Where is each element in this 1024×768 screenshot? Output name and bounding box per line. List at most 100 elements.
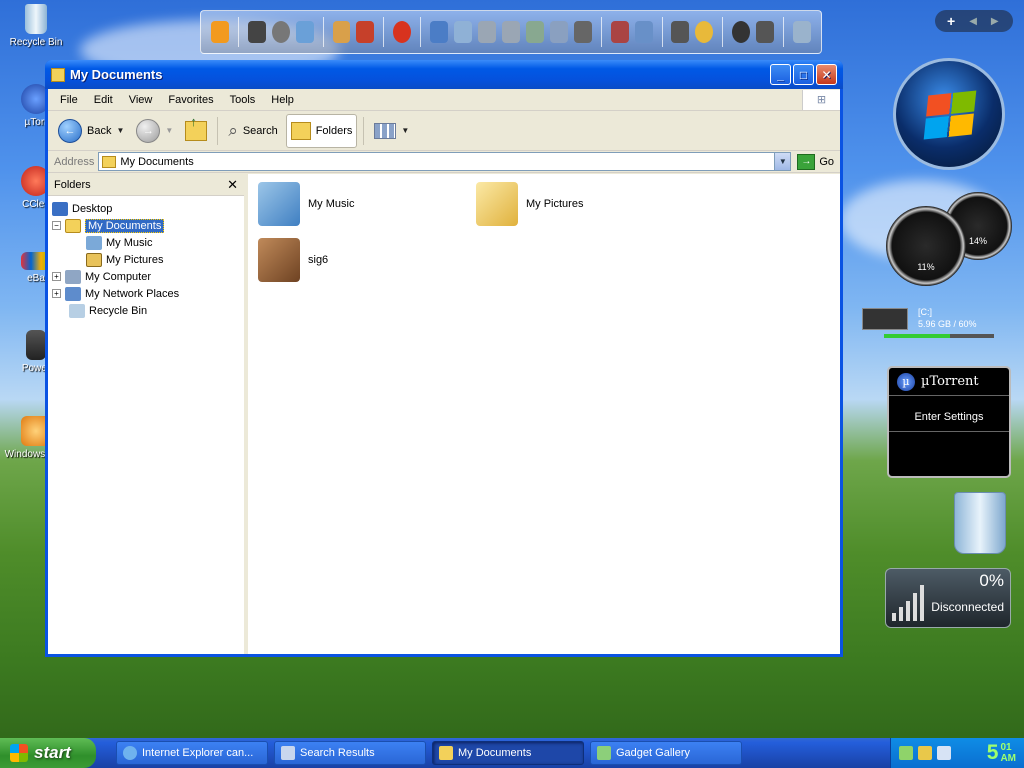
menu-view[interactable]: View xyxy=(121,94,161,106)
tree-item-my-network-places[interactable]: + My Network Places xyxy=(52,285,244,302)
music-folder-icon xyxy=(86,235,102,250)
cpu-gauge: 11% xyxy=(886,206,966,286)
document-icon[interactable] xyxy=(430,21,448,43)
explorer-window: My Documents _ □ ✕ File Edit View Favori… xyxy=(45,60,843,657)
desktop-icon-recycle-bin[interactable]: Recycle Bin xyxy=(4,4,68,48)
address-dropdown-icon[interactable]: ▼ xyxy=(774,153,791,170)
dock-separator xyxy=(661,17,663,47)
tool-tray-icon[interactable] xyxy=(918,746,932,760)
power-icon xyxy=(26,330,46,360)
cpu-gauge-value: 11% xyxy=(917,262,935,272)
back-dropdown-icon[interactable]: ▼ xyxy=(116,126,124,135)
monitor-icon[interactable] xyxy=(634,21,653,43)
file-icon[interactable] xyxy=(454,21,472,43)
utorrent-logo-icon: µ xyxy=(897,372,915,391)
tool-icon[interactable] xyxy=(501,21,520,43)
menu-favorites[interactable]: Favorites xyxy=(160,94,221,106)
forward-dropdown-icon[interactable]: ▼ xyxy=(165,126,173,135)
clock-hour: 5 xyxy=(986,741,999,764)
brush-icon[interactable] xyxy=(610,21,629,43)
taskbar-item-label: Internet Explorer can... xyxy=(142,747,254,759)
clock-ampm: AM xyxy=(1000,753,1016,764)
expand-icon[interactable]: + xyxy=(52,272,61,281)
folder-icon xyxy=(439,746,453,760)
ccleaner-icon[interactable] xyxy=(393,21,412,43)
close-button[interactable]: ✕ xyxy=(816,64,837,85)
network-icon[interactable] xyxy=(295,21,314,43)
dock-separator xyxy=(237,17,239,47)
windows-logo-icon: ⊞ xyxy=(802,89,840,110)
recycle-bin-gadget-icon[interactable] xyxy=(954,492,1006,554)
tree-item-recycle-bin[interactable]: Recycle Bin xyxy=(52,302,244,319)
menu-file[interactable]: File xyxy=(52,94,86,106)
back-button[interactable]: ← Back ▼ xyxy=(54,114,128,148)
utorrent-settings-link[interactable]: Enter Settings xyxy=(889,402,1009,432)
paint-icon[interactable] xyxy=(332,21,351,43)
book-icon[interactable] xyxy=(356,21,375,43)
close-pane-icon[interactable]: ✕ xyxy=(227,177,238,193)
search-icon: ⌕ xyxy=(228,120,238,140)
address-label: Address xyxy=(54,155,95,168)
flash-icon[interactable] xyxy=(271,21,290,43)
go-button[interactable]: → Go xyxy=(797,153,834,170)
menu-help[interactable]: Help xyxy=(263,94,302,106)
menu-edit[interactable]: Edit xyxy=(86,94,121,106)
views-button[interactable]: ▼ xyxy=(370,114,413,148)
tree-item-my-computer[interactable]: + My Computer xyxy=(52,268,244,285)
window-client: File Edit View Favorites Tools Help ⊞ ← … xyxy=(48,89,840,654)
arrows-icon[interactable] xyxy=(549,21,568,43)
windows-orb[interactable] xyxy=(893,58,1005,170)
drive-name: [C:] xyxy=(918,307,933,317)
explorer-panes: Folders ✕ Desktop − My Documents My Musi… xyxy=(48,174,840,654)
up-folder-icon: ↑ xyxy=(185,114,208,141)
forward-button[interactable]: → ▼ xyxy=(132,114,177,148)
expand-icon[interactable]: + xyxy=(52,289,61,298)
start-button[interactable]: start xyxy=(0,738,96,768)
taskbar-item-internet-explorer[interactable]: Internet Explorer can... xyxy=(116,741,268,765)
wand-tray-icon[interactable] xyxy=(937,746,951,760)
tree-item-my-music[interactable]: My Music xyxy=(52,234,244,251)
title-bar[interactable]: My Documents _ □ ✕ xyxy=(45,60,843,89)
add-gadget-icon[interactable]: + xyxy=(947,13,955,29)
drive-usage-bar xyxy=(884,334,994,338)
next-icon[interactable]: ▶ xyxy=(991,16,999,27)
toolbar-separator xyxy=(363,116,365,145)
system-tray: 5 01 AM xyxy=(890,738,1024,768)
taskbar-item-search-results[interactable]: Search Results xyxy=(274,741,426,765)
trash-icon[interactable] xyxy=(792,21,811,43)
address-input[interactable]: My Documents ▼ xyxy=(98,152,792,171)
speaker-icon[interactable] xyxy=(756,21,775,43)
minimize-button[interactable]: _ xyxy=(770,64,791,85)
item-sig6[interactable]: sig6 xyxy=(258,238,328,282)
tree-item-my-documents[interactable]: − My Documents xyxy=(52,217,244,234)
dock-separator xyxy=(783,17,784,47)
settings-icon[interactable] xyxy=(671,21,690,43)
tree-item-my-pictures[interactable]: My Pictures xyxy=(52,251,244,268)
windows-icon[interactable] xyxy=(695,21,714,43)
views-icon xyxy=(374,122,397,139)
up-folder-button[interactable]: ↑ xyxy=(181,114,211,148)
taskbar-item-my-documents[interactable]: My Documents xyxy=(432,741,584,765)
power-icon[interactable] xyxy=(732,21,751,43)
calculator-icon[interactable] xyxy=(573,21,592,43)
tree-item-desktop[interactable]: Desktop xyxy=(52,200,244,217)
utorrent-title: µTorrent xyxy=(921,374,979,389)
taskbar-item-gadget-gallery[interactable]: Gadget Gallery xyxy=(590,741,742,765)
taskbar: start Internet Explorer can... Search Re… xyxy=(0,738,1024,768)
folders-button[interactable]: Folders xyxy=(285,113,358,148)
item-my-pictures[interactable]: My Pictures xyxy=(476,182,583,226)
media-player-icon[interactable] xyxy=(211,21,229,43)
menu-tools[interactable]: Tools xyxy=(222,94,264,106)
maximize-button[interactable]: □ xyxy=(793,64,814,85)
clock[interactable]: 5 01 AM xyxy=(986,741,1016,765)
pictures-folder-icon xyxy=(476,182,518,226)
item-my-music[interactable]: My Music xyxy=(258,182,354,226)
leaf-icon[interactable] xyxy=(525,21,544,43)
tree-item-label: My Music xyxy=(106,236,153,249)
collapse-icon[interactable]: − xyxy=(52,221,61,230)
search-button[interactable]: ⌕ Search xyxy=(224,114,281,148)
folder-icon[interactable] xyxy=(477,21,496,43)
network-tray-icon[interactable] xyxy=(899,746,913,760)
previous-icon[interactable]: ◀ xyxy=(969,16,977,27)
video-icon[interactable] xyxy=(247,21,266,43)
